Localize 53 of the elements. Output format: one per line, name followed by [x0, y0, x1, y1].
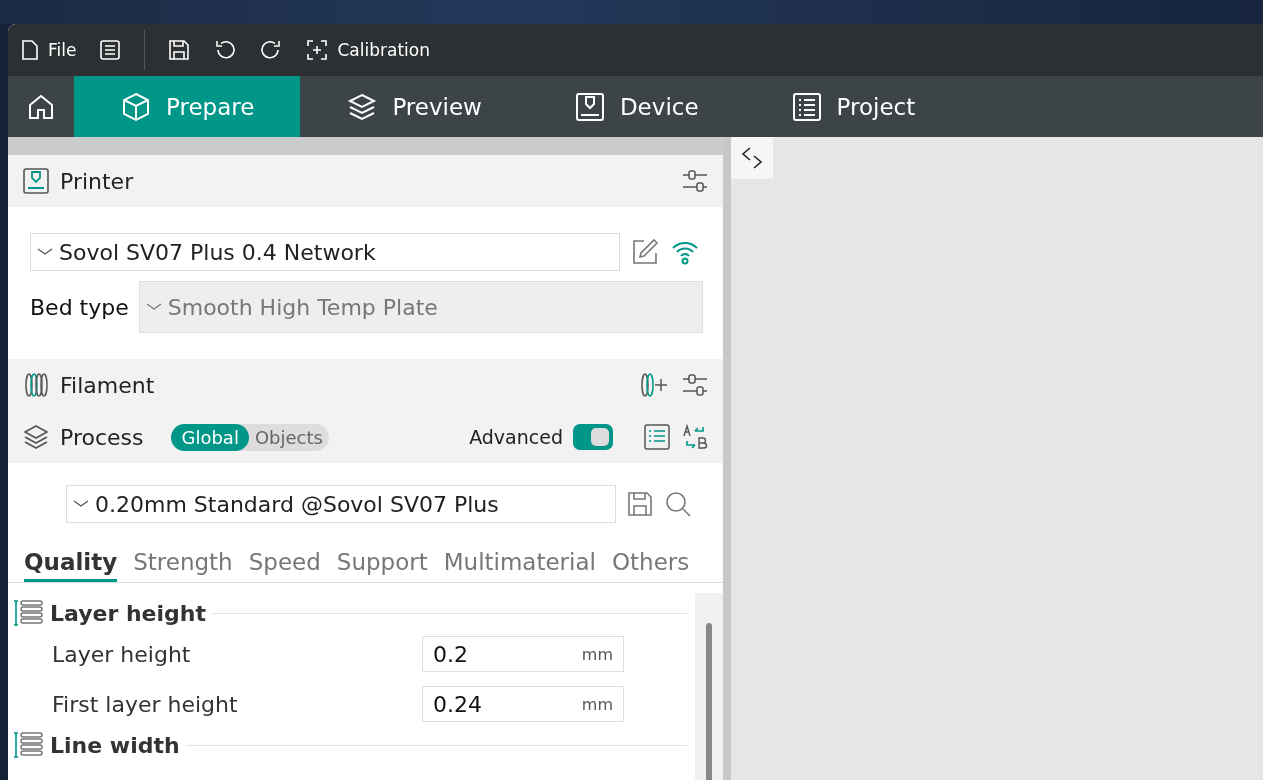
scrollbar[interactable] — [695, 593, 723, 780]
bed-type-label: Bed type — [30, 294, 129, 320]
settings-tab[interactable]: Quality — [24, 549, 118, 582]
setting-label: Layer height — [52, 641, 192, 667]
settings-tab[interactable]: Others — [611, 549, 690, 582]
chevron-down-icon — [145, 302, 162, 312]
layers-icon — [22, 423, 50, 451]
settings-tab[interactable]: Support — [336, 549, 428, 582]
settings-tab[interactable]: Strength — [133, 549, 233, 582]
scope-toggle[interactable]: Objects — [248, 423, 329, 451]
undo-icon[interactable] — [213, 38, 238, 62]
search-icon[interactable] — [664, 490, 692, 518]
menu-icon[interactable] — [98, 38, 123, 62]
list-icon — [790, 90, 823, 123]
chevron-down-icon — [73, 499, 89, 509]
printer-icon — [573, 90, 606, 123]
cube-icon — [120, 90, 152, 123]
nav-tab[interactable]: Preview — [300, 76, 528, 137]
save-icon[interactable] — [167, 38, 192, 62]
nav-tab[interactable]: Device — [527, 76, 745, 137]
calibration-button[interactable]: Calibration — [305, 38, 430, 62]
section-title: Filament — [60, 372, 155, 398]
file-icon — [20, 39, 40, 61]
advanced-label: Advanced — [469, 426, 563, 448]
calibration-icon — [305, 38, 330, 62]
spool-icon — [22, 371, 50, 399]
scope-toggle[interactable]: Global — [171, 423, 249, 451]
value-field[interactable]: 0.2 mm — [422, 636, 624, 672]
advanced-switch[interactable] — [573, 424, 613, 450]
collapse-button[interactable] — [731, 137, 773, 179]
settings-tab[interactable]: Speed — [248, 549, 321, 582]
setting-label: First layer height — [52, 691, 239, 717]
edit-icon[interactable] — [630, 237, 660, 267]
value-field[interactable]: 0.24 mm — [422, 686, 624, 722]
printer-icon — [22, 167, 50, 195]
group-title: Line width — [50, 732, 180, 758]
nav-tab[interactable]: Project — [744, 76, 962, 137]
scrollbar-thumb[interactable] — [706, 623, 712, 780]
layer-stack-icon — [14, 599, 44, 627]
printer-dropdown[interactable]: Sovol SV07 Plus 0.4 Network — [30, 233, 620, 271]
section-title: Process — [60, 424, 144, 450]
compare-icon[interactable] — [681, 423, 709, 451]
group-title: Layer height — [50, 600, 206, 626]
section-title: Printer — [60, 168, 134, 194]
list-icon[interactable] — [643, 423, 671, 451]
process-preset-dropdown[interactable]: 0.20mm Standard @Sovol SV07 Plus — [66, 485, 616, 523]
sliders-icon[interactable] — [681, 371, 709, 399]
layer-stack-icon — [14, 731, 44, 759]
settings-tab[interactable]: Multimaterial — [443, 549, 596, 582]
sliders-icon[interactable] — [681, 167, 709, 195]
file-button[interactable]: File — [20, 39, 77, 61]
nav-tab[interactable]: Prepare — [74, 76, 301, 137]
chevron-down-icon — [37, 247, 53, 257]
